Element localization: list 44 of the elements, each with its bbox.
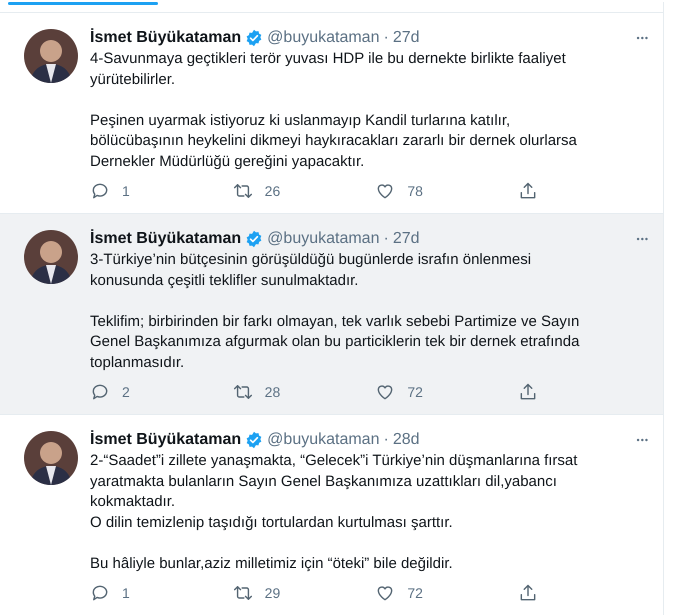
author-name[interactable]: İsmet Büyükataman — [90, 29, 242, 47]
reply-count: 1 — [122, 585, 130, 601]
separator: · — [383, 29, 389, 47]
reply-icon[interactable] — [90, 583, 110, 603]
retweet-count: 26 — [264, 183, 280, 199]
tweet-text: Bu hâliyle bunlar,aziz milletimiz için “öteki” bile değildir. — [90, 554, 454, 574]
more-button[interactable]: ••• — [636, 234, 649, 244]
share-icon[interactable] — [518, 583, 538, 603]
retweet-icon[interactable] — [232, 583, 253, 603]
reply-icon[interactable] — [90, 382, 110, 402]
tweet-text: Peşinen uyarmak istiyoruz ki uslanmayıp Kandil turlarına katılır, bölücübaşının heykelini dikmeyi haykıracakları zararlı bir dernek olurlarsa Dernekler Müdürlüğü gereğini yapacaktır. — [90, 110, 578, 172]
tweet-time[interactable]: 27d — [392, 29, 420, 47]
author-handle[interactable]: @buyukataman — [267, 29, 380, 47]
reply-count: 1 — [122, 183, 130, 199]
author-name[interactable]: İsmet Büyükataman — [90, 431, 242, 449]
author-handle[interactable]: @buyukataman — [267, 431, 380, 449]
share-icon[interactable] — [518, 181, 538, 201]
like-count: 72 — [407, 384, 423, 400]
tweet-text: 2-“Saadet”i zillete yanaşmakta, “Gelecek”i Türkiye’nin düşmanlarına fırsat yaratmakta bulanların Sayın Genel Başkanımıza uzattıkları dil,yabancı kokmaktadır. O dilin temizlenip taşıdığı tortulardan kurtulması şarttır. — [90, 451, 578, 532]
retweet-icon[interactable] — [232, 382, 253, 402]
author-name[interactable]: İsmet Büyükataman — [90, 230, 242, 248]
tweet-time[interactable]: 27d — [392, 230, 420, 248]
reply-icon[interactable] — [90, 181, 110, 201]
avatar[interactable] — [24, 29, 78, 83]
author-handle[interactable]: @buyukataman — [267, 230, 380, 248]
tweet-text: Teklifim; birbirinden bir farkı olmayan, tek varlık sebebi Partimize ve Sayın Genel Başkanımıza afgurmak olan bu particiklerin tek bir dernek etrafında toplanmasıdır. — [90, 312, 580, 372]
more-button[interactable]: ••• — [636, 435, 649, 445]
avatar[interactable] — [24, 230, 78, 284]
tweet-time[interactable]: 28d — [392, 431, 420, 449]
like-count: 72 — [407, 585, 423, 601]
reply-count: 2 — [122, 384, 130, 400]
separator: · — [383, 230, 389, 248]
tweet-card[interactable] — [0, 414, 664, 615]
tweet-text: 4-Savunmaya geçtikleri terör yuvası HDP ile bu dernekte birlikte faaliyet yürütebilirler. — [90, 49, 567, 90]
tweet-text: 3-Türkiye’nin bütçesinin görüşüldüğü bugünlerde israfın önlenmesi konusunda çeşitli teklifler sunulmaktadır. — [90, 250, 532, 290]
retweet-count: 29 — [264, 585, 280, 601]
separator: · — [383, 431, 389, 449]
share-icon[interactable] — [518, 382, 538, 402]
more-button[interactable]: ••• — [636, 33, 649, 43]
like-count: 78 — [407, 183, 423, 199]
avatar[interactable] — [24, 431, 78, 485]
retweet-count: 28 — [264, 384, 280, 400]
retweet-icon[interactable] — [232, 181, 253, 201]
tweet-card[interactable] — [0, 213, 664, 414]
